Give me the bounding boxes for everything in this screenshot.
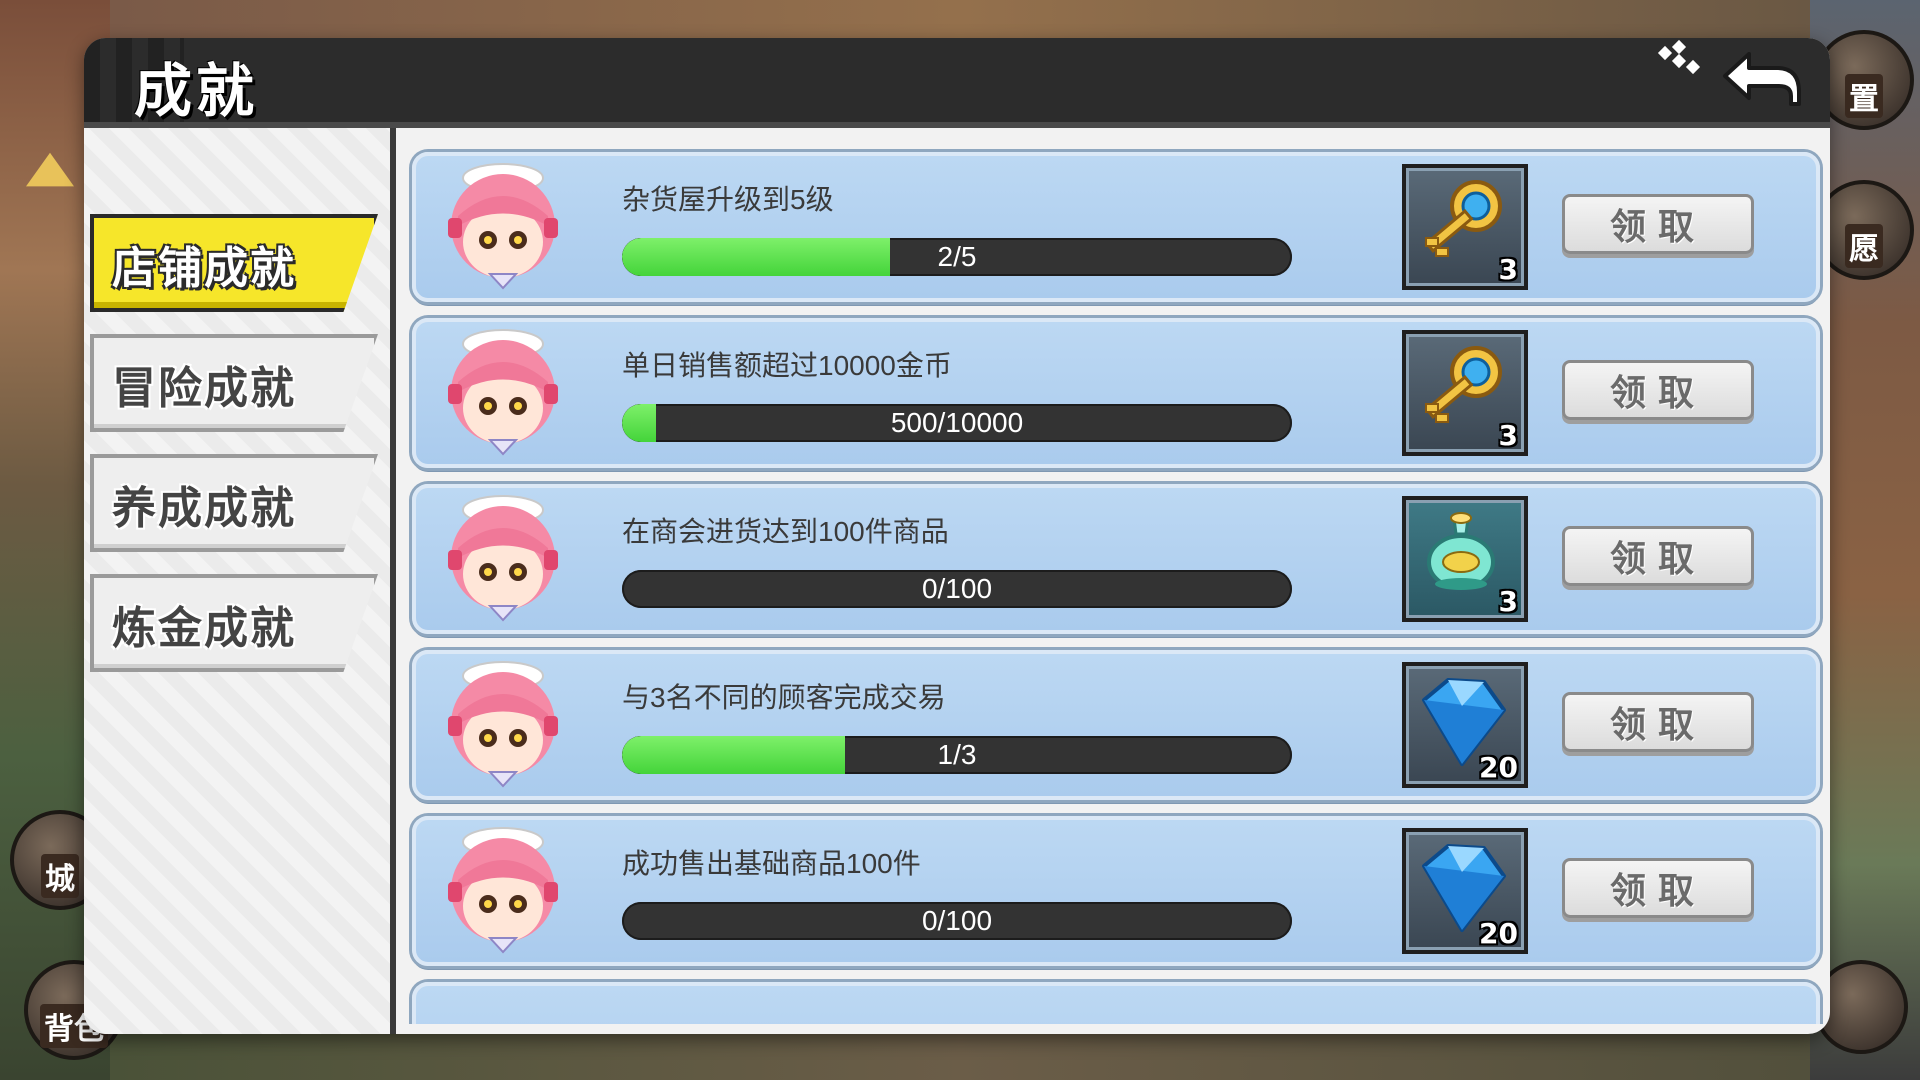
window-title: 成就 (134, 57, 259, 125)
reward-slot[interactable]: 3 (1402, 330, 1528, 456)
achievement-progress-bar: 1/3 (622, 736, 1292, 774)
claim-button[interactable]: 领取 (1562, 360, 1754, 420)
claim-button[interactable]: 领取 (1562, 194, 1754, 254)
maid-avatar (428, 820, 578, 962)
side-button-label: 城 (41, 854, 79, 898)
reward-count: 20 (1479, 917, 1518, 950)
achievement-card: 杂货屋升级到5级 2/5 3 领取 (412, 152, 1820, 302)
claim-button[interactable]: 领取 (1562, 526, 1754, 586)
achievement-card: 成功售出基础商品100件 0/100 20 领取 (412, 816, 1820, 966)
reward-slot[interactable]: 3 (1402, 496, 1528, 622)
achievement-card-partial (412, 982, 1820, 1024)
achievement-description: 单日销售额超过10000金币 (622, 350, 952, 381)
achievement-card: 在商会进货达到100件商品 0/100 3 领取 (412, 484, 1820, 634)
tab-shop-achievements[interactable]: 店铺成就 (90, 214, 378, 312)
tab-label: 店铺成就 (112, 243, 296, 294)
achievement-card: 单日销售额超过10000金币 500/10000 3 领取 (412, 318, 1820, 468)
background-scene-bottom (110, 1030, 1810, 1080)
tab-label: 炼金成就 (112, 603, 296, 654)
side-button-label: 置 (1845, 74, 1883, 118)
achievement-progress-bar: 0/100 (622, 570, 1292, 608)
reward-slot[interactable]: 3 (1402, 164, 1528, 290)
achievement-description: 与3名不同的顾客完成交易 (622, 682, 946, 713)
progress-text: 2/5 (937, 241, 977, 272)
reward-slot[interactable]: 20 (1402, 828, 1528, 954)
progress-text: 0/100 (921, 573, 993, 604)
achievement-progress-bar: 0/100 (622, 902, 1292, 940)
tab-nurture-achievements[interactable]: 养成成就 (90, 454, 378, 552)
achievements-window: 成就 店铺成就 冒险成就 养成成就 炼金成就 杂货屋升级到5级 2/5 3 领取… (84, 38, 1830, 1034)
sparkle-decoration (1657, 39, 1701, 82)
progress-text: 0/100 (921, 905, 993, 936)
return-arrow-icon (1723, 52, 1801, 106)
tab-alchemy-achievements[interactable]: 炼金成就 (90, 574, 378, 672)
achievement-card: 与3名不同的顾客完成交易 1/3 20 领取 (412, 650, 1820, 800)
reward-count: 3 (1498, 419, 1518, 452)
maid-avatar (428, 654, 578, 796)
title-bar: 成就 (84, 38, 1830, 128)
background-scene-top (110, 0, 1810, 40)
achievement-progress-bar: 2/5 (622, 238, 1292, 276)
tab-adventure-achievements[interactable]: 冒险成就 (90, 334, 378, 432)
maid-avatar (428, 156, 578, 298)
category-sidebar: 店铺成就 冒险成就 养成成就 炼金成就 (84, 128, 396, 1034)
reward-slot[interactable]: 20 (1402, 662, 1528, 788)
tab-label: 养成成就 (112, 483, 296, 534)
reward-count: 20 (1479, 751, 1518, 784)
claim-button[interactable]: 领取 (1562, 692, 1754, 752)
tab-label: 冒险成就 (112, 363, 296, 414)
reward-count: 3 (1498, 253, 1518, 286)
maid-avatar (428, 488, 578, 630)
progress-text: 1/3 (937, 739, 977, 770)
achievement-list[interactable]: 杂货屋升级到5级 2/5 3 领取 单日销售额超过10000金币 500/100… (404, 128, 1824, 1024)
achievement-description: 杂货屋升级到5级 (622, 184, 834, 215)
achievement-description: 在商会进货达到100件商品 (622, 516, 949, 547)
reward-count: 3 (1498, 585, 1518, 618)
return-button[interactable] (1716, 44, 1806, 114)
claim-button[interactable]: 领取 (1562, 858, 1754, 918)
side-button-label: 愿 (1845, 224, 1883, 268)
maid-avatar (428, 322, 578, 464)
achievement-description: 成功售出基础商品100件 (622, 848, 921, 879)
progress-text: 500/10000 (890, 407, 1024, 438)
achievement-progress-bar: 500/10000 (622, 404, 1292, 442)
